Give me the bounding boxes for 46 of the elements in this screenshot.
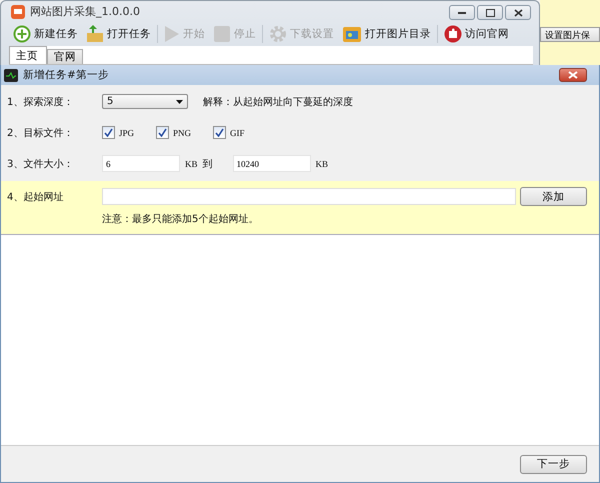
- toolbar-button[interactable]: 打开图片目录: [340, 25, 433, 44]
- url-field[interactable]: [102, 188, 516, 205]
- file-type-checkbox[interactable]: PNG: [156, 126, 192, 139]
- save-setting-button[interactable]: 设置图片保: [540, 27, 600, 42]
- depth-dropdown[interactable]: 5: [102, 94, 188, 109]
- close-icon: [514, 8, 522, 17]
- maximize-button[interactable]: [477, 5, 503, 20]
- add-button[interactable]: 添加: [520, 187, 587, 206]
- window-title: 网站图片采集_1.0.0.0: [30, 4, 140, 20]
- dialog-title: 新增任务#第一步: [23, 68, 109, 82]
- field-label: 2、目标文件：: [7, 126, 74, 140]
- toolbar-button[interactable]: 访问官网: [442, 25, 511, 44]
- minimize-button[interactable]: [449, 5, 475, 20]
- max-size-field[interactable]: 10240: [232, 155, 311, 172]
- to-label: 到: [202, 158, 213, 170]
- unit-label: KB: [185, 158, 198, 168]
- field-label: 3、文件大小：: [7, 158, 74, 170]
- field-label: 4、起始网址: [7, 190, 64, 204]
- folder-icon: [86, 25, 104, 44]
- tab[interactable]: 官网: [47, 49, 83, 64]
- unit-label: KB: [316, 158, 328, 168]
- gear-icon: [269, 25, 287, 44]
- close-icon: [568, 71, 578, 79]
- next-button[interactable]: 下一步: [520, 454, 587, 474]
- checkbox[interactable]: [102, 126, 115, 139]
- checkbox[interactable]: [213, 126, 226, 139]
- maximize-icon: [486, 8, 494, 17]
- field-label: 1、探索深度：: [7, 96, 74, 108]
- depth-note: 解释：从起始网址向下蔓延的深度: [203, 96, 353, 108]
- plus-icon: [13, 25, 31, 44]
- toolbar-button[interactable]: 新建任务: [11, 25, 80, 44]
- file-type-checkbox[interactable]: JPG: [102, 126, 134, 139]
- file-type-checkbox[interactable]: GIF: [213, 126, 245, 139]
- toolbar-button[interactable]: 打开任务: [84, 25, 153, 44]
- checkbox[interactable]: [156, 126, 170, 139]
- url-note: 注意：最多只能添加5个起始网址。: [102, 212, 260, 226]
- monitor-icon: [4, 68, 18, 82]
- min-size-field[interactable]: 6: [102, 155, 180, 172]
- close-button[interactable]: [559, 68, 587, 82]
- close-button[interactable]: [505, 5, 531, 20]
- play-icon: [164, 25, 180, 44]
- tab[interactable]: 主页: [9, 46, 47, 64]
- stop-icon: [213, 25, 231, 44]
- app-icon: [11, 4, 25, 19]
- photo-folder-icon: [342, 25, 362, 44]
- caret-icon: [176, 100, 183, 104]
